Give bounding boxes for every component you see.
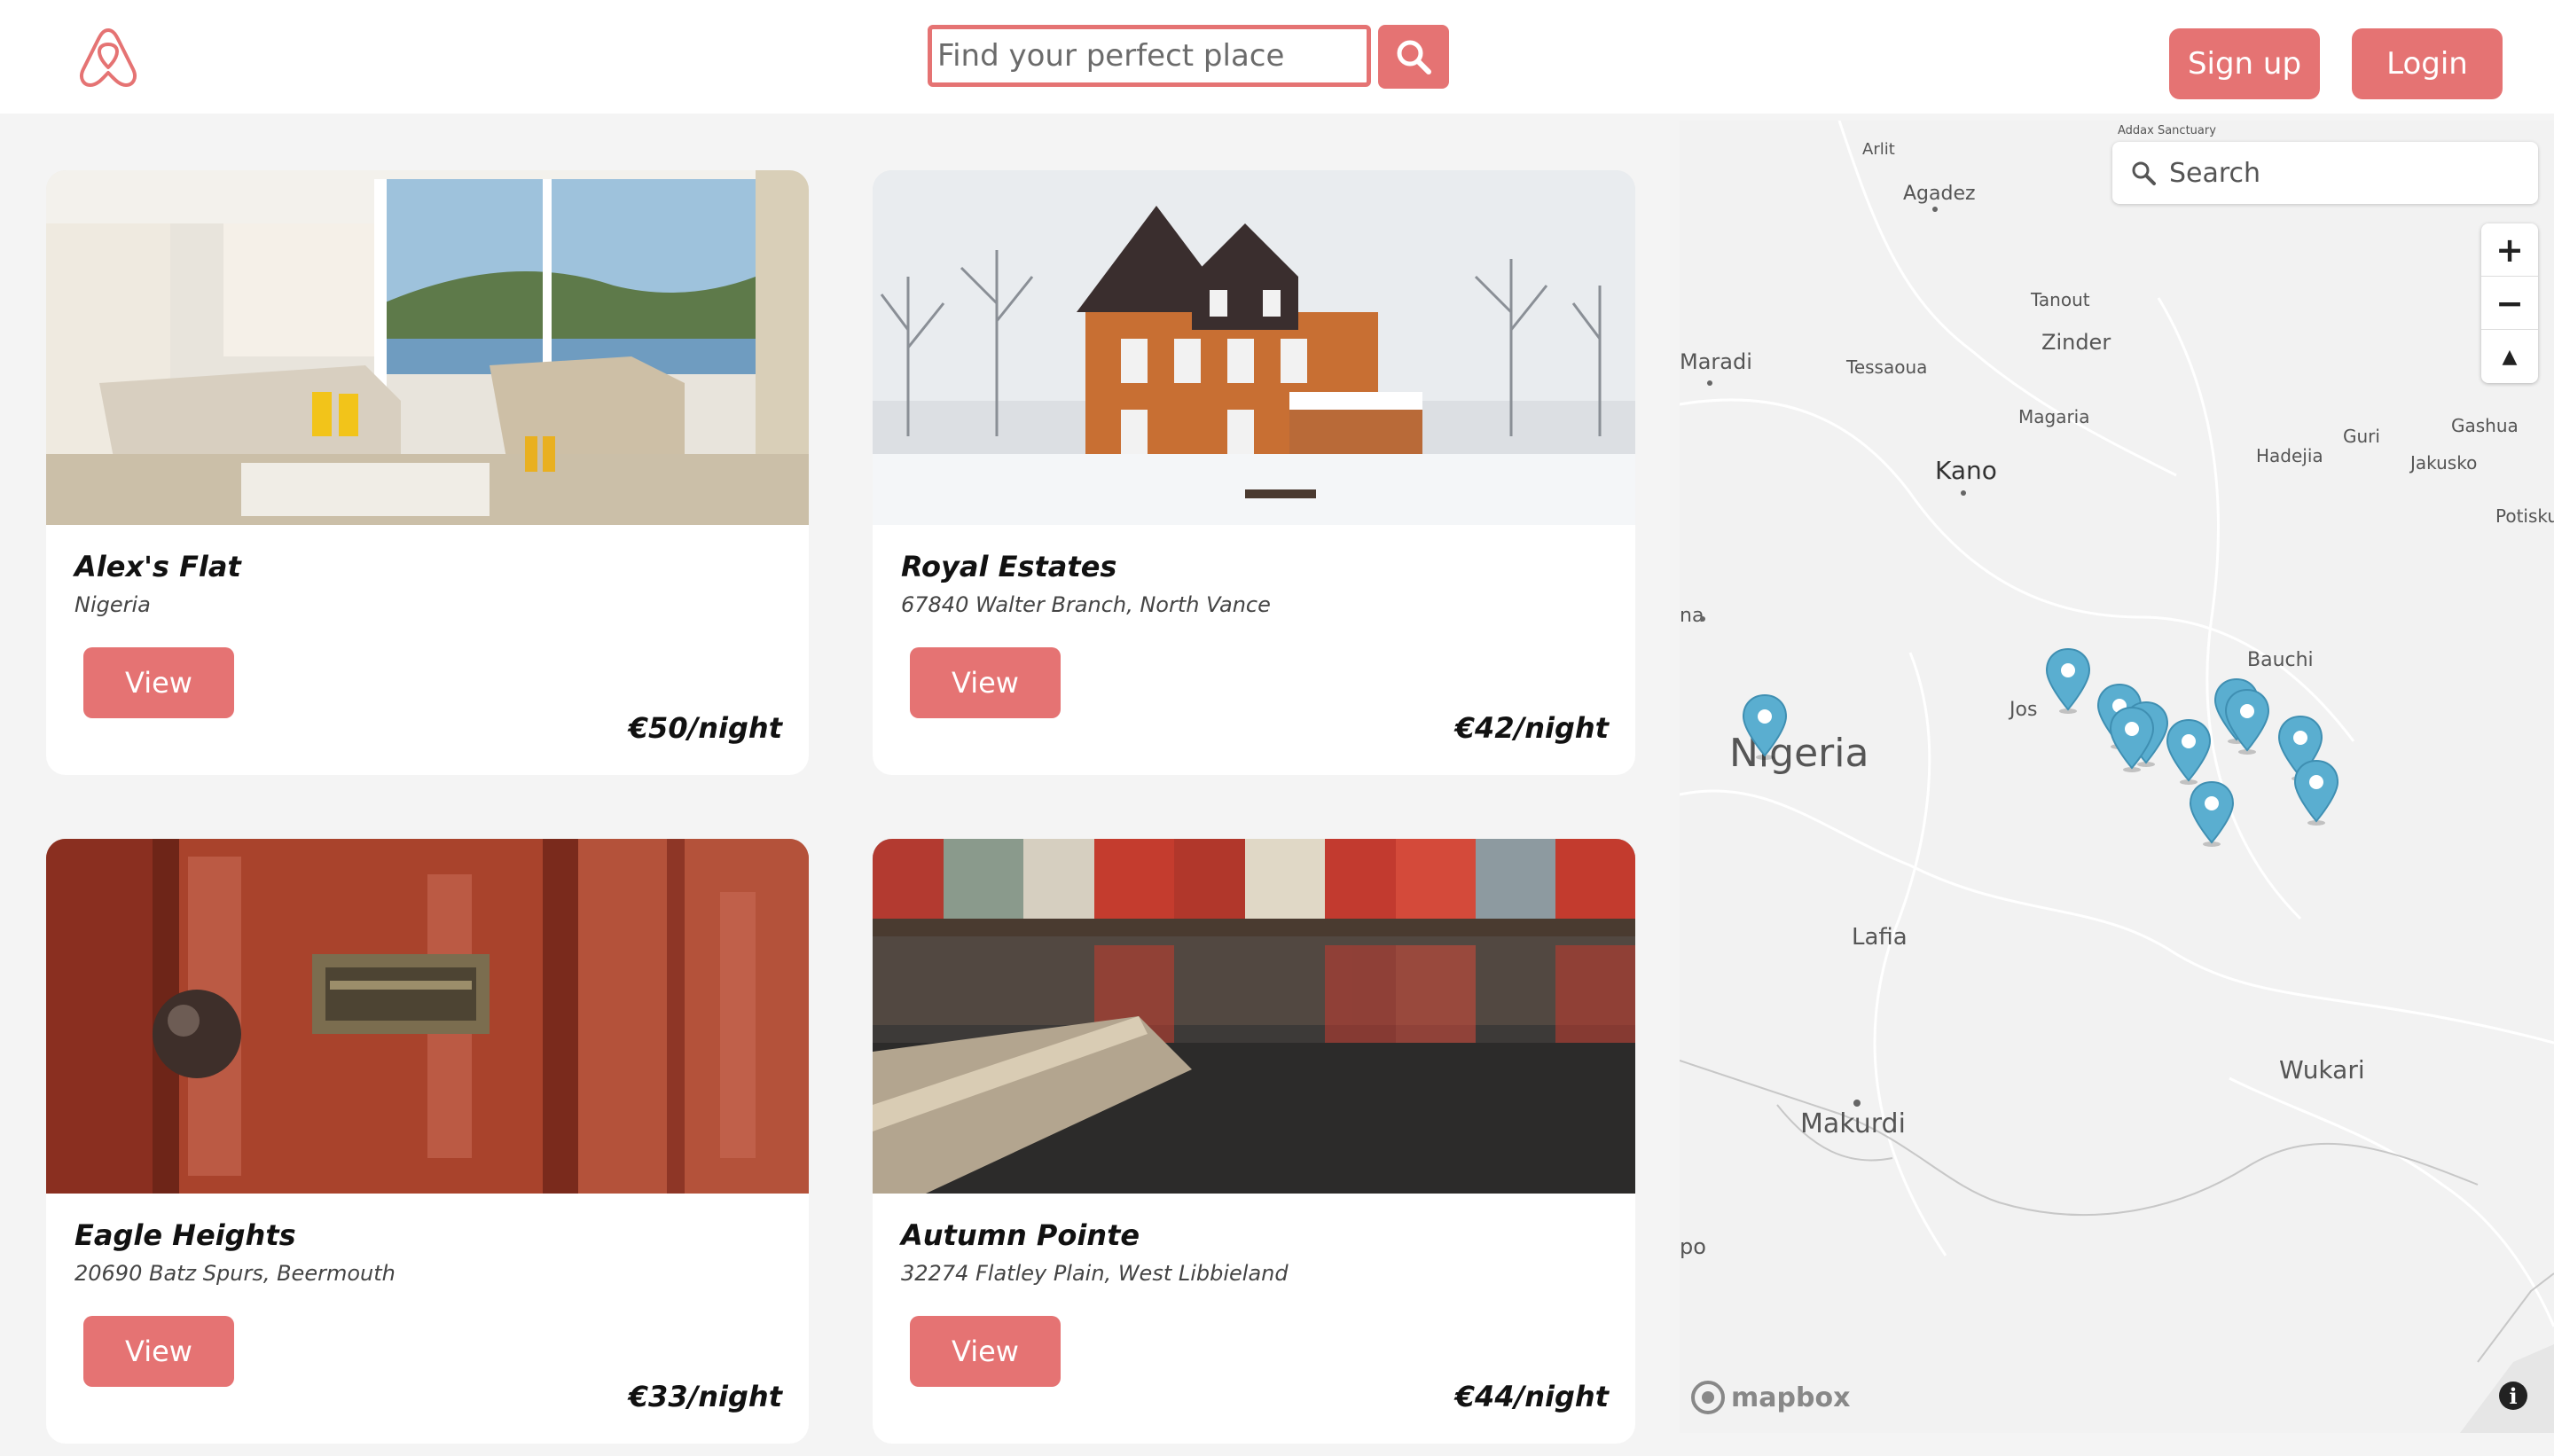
location-marker-icon[interactable] <box>2292 759 2341 826</box>
search-input[interactable] <box>928 25 1371 87</box>
listing-card: Autumn Pointe 32274 Flatley Plain, West … <box>873 839 1635 1444</box>
listing-title: Alex's Flat <box>74 550 241 583</box>
mapbox-logo[interactable]: mapbox <box>1690 1380 1850 1415</box>
listing-card: Eagle Heights 20690 Batz Spurs, Beermout… <box>46 839 809 1444</box>
map-search-input[interactable] <box>2169 157 2506 189</box>
mapbox-logo-icon <box>1691 1381 1725 1414</box>
airbnb-logo-icon[interactable] <box>76 25 140 90</box>
top-navbar: Sign up Login <box>0 0 2554 114</box>
listing-address: 32274 Flatley Plain, West Libbieland <box>901 1261 1289 1286</box>
zoom-in-button[interactable]: + <box>2481 223 2538 277</box>
listing-photo <box>46 839 809 1194</box>
listing-price: €42/night <box>1454 711 1609 745</box>
view-button[interactable]: View <box>910 647 1061 718</box>
listing-price: €33/night <box>628 1380 782 1413</box>
listing-address: 67840 Walter Branch, North Vance <box>901 592 1271 617</box>
login-button[interactable]: Login <box>2352 28 2503 99</box>
view-button[interactable]: View <box>910 1316 1061 1387</box>
listing-card: Royal Estates 67840 Walter Branch, North… <box>873 170 1635 775</box>
search-icon <box>2132 161 2156 185</box>
listing-price: €50/night <box>628 711 782 745</box>
view-button[interactable]: View <box>83 647 234 718</box>
compass-button[interactable]: ▲ <box>2481 330 2538 383</box>
search-icon <box>1397 40 1431 74</box>
listing-photo <box>873 839 1635 1194</box>
listing-title: Royal Estates <box>901 550 1117 583</box>
signup-button[interactable]: Sign up <box>2169 28 2320 99</box>
listing-photo <box>46 170 809 525</box>
map-zoom-controls: + − ▲ <box>2481 223 2538 383</box>
map-city-dots <box>1700 207 1966 1107</box>
listing-address: 20690 Batz Spurs, Beermouth <box>74 1261 396 1286</box>
mapbox-logo-text: mapbox <box>1731 1382 1851 1413</box>
listing-card: Alex's Flat Nigeria View €50/night <box>46 170 809 775</box>
listing-photo <box>873 170 1635 525</box>
location-marker-icon[interactable] <box>2164 718 2213 786</box>
location-marker-icon[interactable] <box>2107 706 2157 773</box>
map-search-box <box>2112 142 2538 204</box>
info-icon[interactable]: i <box>2499 1382 2527 1410</box>
listing-address: Nigeria <box>74 592 151 617</box>
map-panel[interactable]: Arlit Addax Sanctuary Agadez Tanout Zind… <box>1680 121 2554 1433</box>
location-marker-icon[interactable] <box>2222 688 2272 755</box>
listing-price: €44/night <box>1454 1380 1609 1413</box>
listing-title: Eagle Heights <box>74 1218 296 1252</box>
location-marker-icon[interactable] <box>1740 693 1790 761</box>
view-button[interactable]: View <box>83 1316 234 1387</box>
listing-title: Autumn Pointe <box>901 1218 1140 1252</box>
search-button[interactable] <box>1378 25 1449 89</box>
location-marker-icon[interactable] <box>2187 780 2237 848</box>
zoom-out-button[interactable]: − <box>2481 277 2538 330</box>
location-marker-icon[interactable] <box>2043 647 2093 715</box>
